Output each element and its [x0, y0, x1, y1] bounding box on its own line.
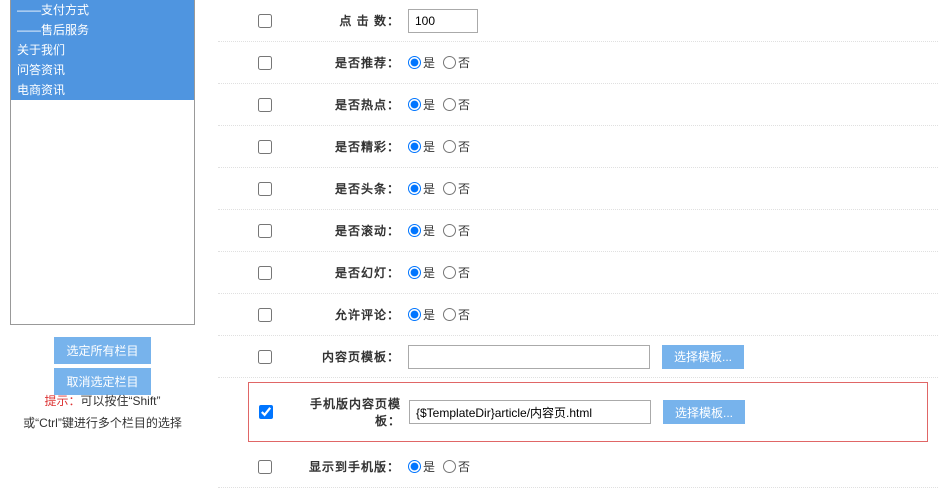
label-yes: 是 [423, 264, 435, 281]
checkbox-show-mobile[interactable] [258, 460, 272, 474]
row-template: 内容页模板： 选择模板... [218, 336, 938, 378]
sidebar-item-aftersale[interactable]: ——售后服务 [11, 20, 194, 40]
radio-show-mobile-no[interactable] [443, 460, 456, 473]
checkbox-recommend[interactable] [258, 56, 272, 70]
form-area: 点 击 数： 是否推荐： 是 否 是否热点： 是 否 是否精彩： 是 否 是否头… [218, 0, 938, 488]
label-hot: 是否热点： [298, 96, 408, 113]
row-headline: 是否头条： 是 否 [218, 168, 938, 210]
sidebar-actions: 选定所有栏目 取消选定栏目 [10, 335, 195, 397]
label-no: 否 [458, 222, 470, 239]
row-wonderful: 是否精彩： 是 否 [218, 126, 938, 168]
sidebar-tip: 提示：可以按住“Shift” 或“Ctrl”键进行多个栏目的选择 [0, 390, 205, 434]
label-no: 否 [458, 306, 470, 323]
label-yes: 是 [423, 306, 435, 323]
highlighted-mobile-template: 手机版内容页模板： 选择模板... [248, 382, 928, 442]
checkbox-hot[interactable] [258, 98, 272, 112]
label-slide: 是否幻灯： [298, 264, 408, 281]
checkbox-scroll[interactable] [258, 224, 272, 238]
radio-slide-no[interactable] [443, 266, 456, 279]
sidebar-item-about[interactable]: 关于我们 [11, 40, 194, 60]
label-recommend: 是否推荐： [298, 54, 408, 71]
sidebar-item-payment[interactable]: ——支付方式 [11, 0, 194, 20]
checkbox-mobile-template[interactable] [259, 405, 273, 419]
label-scroll: 是否滚动： [298, 222, 408, 239]
row-comment: 允许评论： 是 否 [218, 294, 938, 336]
label-no: 否 [458, 54, 470, 71]
label-mobile-template: 手机版内容页模板： [299, 395, 409, 429]
checkbox-headline[interactable] [258, 182, 272, 196]
label-wonderful: 是否精彩： [298, 138, 408, 155]
label-no: 否 [458, 138, 470, 155]
select-all-button[interactable]: 选定所有栏目 [54, 337, 150, 364]
row-recommend: 是否推荐： 是 否 [218, 42, 938, 84]
sidebar-list: ——支付方式 ——售后服务 关于我们 问答资讯 电商资讯 [11, 0, 194, 100]
radio-comment-no[interactable] [443, 308, 456, 321]
label-yes: 是 [423, 138, 435, 155]
select-template-button[interactable]: 选择模板... [662, 345, 744, 369]
input-template[interactable] [408, 345, 650, 369]
label-show-mobile: 显示到手机版： [298, 458, 408, 475]
sidebar: ——支付方式 ——售后服务 关于我们 问答资讯 电商资讯 [10, 0, 195, 325]
radio-wonderful-yes[interactable] [408, 140, 421, 153]
radio-headline-yes[interactable] [408, 182, 421, 195]
label-yes: 是 [423, 54, 435, 71]
label-template: 内容页模板： [298, 348, 408, 365]
checkbox-slide[interactable] [258, 266, 272, 280]
label-no: 否 [458, 458, 470, 475]
label-yes: 是 [423, 222, 435, 239]
sidebar-item-qa[interactable]: 问答资讯 [11, 60, 194, 80]
radio-slide-yes[interactable] [408, 266, 421, 279]
row-show-mobile: 显示到手机版： 是 否 [218, 446, 938, 488]
tip-label: 提示： [44, 394, 80, 408]
checkbox-wonderful[interactable] [258, 140, 272, 154]
row-scroll: 是否滚动： 是 否 [218, 210, 938, 252]
label-yes: 是 [423, 96, 435, 113]
input-mobile-template[interactable] [409, 400, 651, 424]
label-no: 否 [458, 96, 470, 113]
label-no: 否 [458, 264, 470, 281]
radio-comment-yes[interactable] [408, 308, 421, 321]
row-slide: 是否幻灯： 是 否 [218, 252, 938, 294]
label-yes: 是 [423, 180, 435, 197]
tip-text-1: 可以按住“Shift” [81, 394, 161, 408]
row-hits: 点 击 数： [218, 0, 938, 42]
checkbox-template[interactable] [258, 350, 272, 364]
select-mobile-template-button[interactable]: 选择模板... [663, 400, 745, 424]
row-hot: 是否热点： 是 否 [218, 84, 938, 126]
input-hits[interactable] [408, 9, 478, 33]
radio-hot-no[interactable] [443, 98, 456, 111]
label-comment: 允许评论： [298, 306, 408, 323]
radio-scroll-no[interactable] [443, 224, 456, 237]
label-no: 否 [458, 180, 470, 197]
sidebar-item-ecom[interactable]: 电商资讯 [11, 80, 194, 100]
row-mobile-template: 手机版内容页模板： 选择模板... [259, 387, 927, 437]
checkbox-hits[interactable] [258, 14, 272, 28]
checkbox-comment[interactable] [258, 308, 272, 322]
label-headline: 是否头条： [298, 180, 408, 197]
radio-recommend-no[interactable] [443, 56, 456, 69]
radio-headline-no[interactable] [443, 182, 456, 195]
label-yes: 是 [423, 458, 435, 475]
radio-recommend-yes[interactable] [408, 56, 421, 69]
radio-hot-yes[interactable] [408, 98, 421, 111]
tip-text-2: 或“Ctrl”键进行多个栏目的选择 [23, 416, 182, 430]
radio-wonderful-no[interactable] [443, 140, 456, 153]
radio-show-mobile-yes[interactable] [408, 460, 421, 473]
label-hits: 点 击 数： [298, 12, 408, 29]
radio-scroll-yes[interactable] [408, 224, 421, 237]
